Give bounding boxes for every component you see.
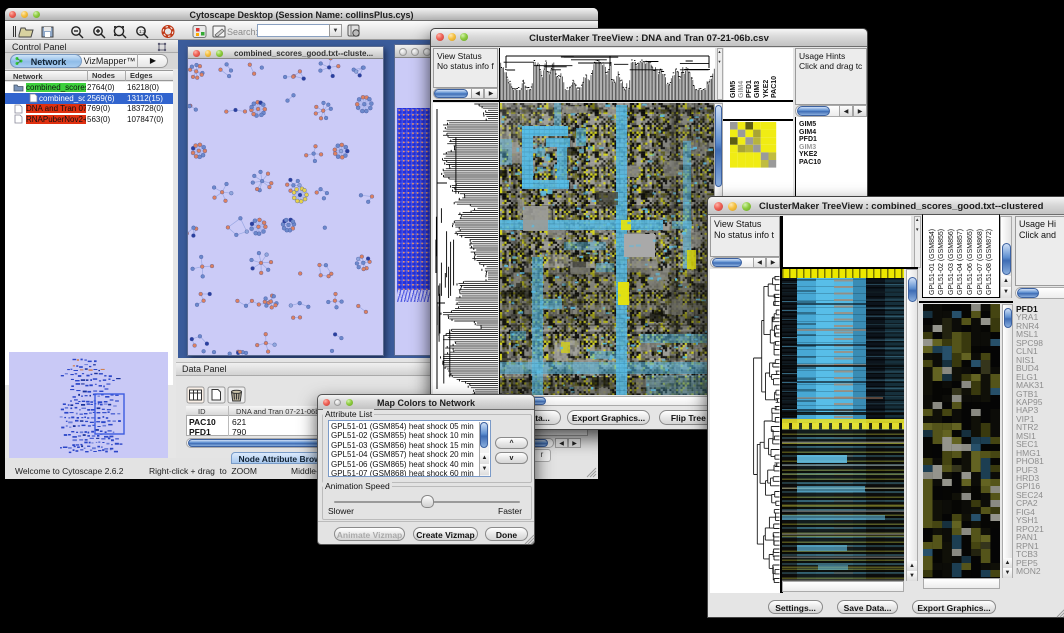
svg-text:1:1: 1:1 [139, 29, 146, 34]
